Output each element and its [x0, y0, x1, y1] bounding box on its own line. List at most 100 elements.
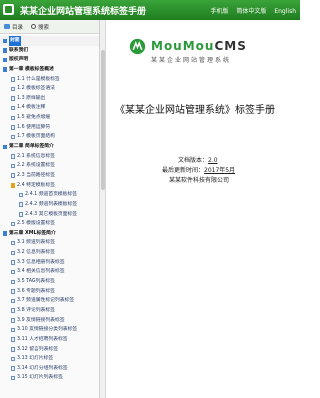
toc-item-label: 3.12 留言列表标签	[17, 346, 58, 352]
manual-title: 某某企业网站管理系统标签手册	[20, 7, 147, 17]
toc-item[interactable]: 1.7 模板页面结构	[0, 132, 99, 142]
toc-item[interactable]: 3.2 信息列表标签	[0, 248, 99, 258]
toc-item[interactable]: 1.6 使用运算符	[0, 123, 99, 133]
toc-item-label: 2.4.2 频道列表模板标签	[25, 201, 78, 207]
toc-item[interactable]: 第三章 XML标签简介	[0, 229, 99, 239]
page-icon	[11, 125, 15, 130]
toc-item-label: 3.10 友情链接分类列表标签	[17, 327, 78, 333]
toc-item[interactable]: 3.1 频道列表标签	[0, 238, 99, 248]
page-icon	[11, 318, 15, 323]
toc-item-label: 1.3 原样输出	[17, 95, 46, 101]
brand-logo: MouMouCMS 某某企业网站管理系统	[129, 35, 279, 70]
top-header-bar: 某某企业网站管理系统标签手册 手机版 简体中文版 English	[0, 0, 300, 20]
toc-item-label: 1.2 模板标签语法	[17, 86, 55, 92]
page-icon	[11, 327, 15, 333]
page-icon	[11, 250, 15, 256]
toc-item-label: 3.5 TAG列表标签	[17, 279, 55, 285]
toc-item[interactable]: 3.7 频道属性标记列表标签	[0, 296, 99, 306]
page-icon	[11, 366, 15, 371]
toc-item-label: 3.1 频道列表标签	[17, 240, 55, 246]
toc-item-label: 第三章 XML标签简介	[9, 230, 56, 236]
toc-item[interactable]: 2.5 模版设置标签	[0, 219, 99, 229]
toc-item[interactable]: 第一章 模板标签概述	[0, 65, 99, 75]
logo-subtitle: 某某企业网站管理系统	[151, 57, 232, 64]
toc-item[interactable]: 2.4.3 其它模板页面标签	[0, 210, 99, 220]
toc-item[interactable]: 1.4 模板注释	[0, 103, 99, 113]
toc-item[interactable]: 联系我们	[0, 46, 99, 56]
toc-item-label: 1.1 什么是模板标签	[17, 76, 60, 82]
toc-item-label: 1.6 使用运算符	[17, 124, 51, 130]
toc-item[interactable]: 3.6 专题列表标签	[0, 287, 99, 297]
toc-item[interactable]: 3.11 人才招聘列表标签	[0, 335, 99, 345]
updated-value: 2017年5月	[204, 167, 236, 174]
toc-item[interactable]: 3.12 留言列表标签	[0, 345, 99, 355]
toc-item[interactable]: 3.9 友情链接列表标签	[0, 316, 99, 326]
page-icon	[11, 279, 15, 285]
toc-item[interactable]: 2.2 系统设置标签	[0, 161, 99, 171]
logo-text: MouMouCMS	[151, 39, 247, 53]
page-icon	[11, 240, 15, 246]
updated-label: 最后更新时间：	[162, 167, 205, 174]
toc-item[interactable]: 2.4.1 频道首页模板标签	[0, 190, 99, 200]
toc-item-label: 3.9 友情链接列表标签	[17, 317, 65, 323]
toc-item[interactable]: 3.10 友情链接分类列表标签	[0, 325, 99, 335]
sidebar: 目录 搜索 封面 联系我们版权声明第一章 模板标签概述 1.1 什么是模板标签 1.2…	[0, 20, 100, 398]
toc-item[interactable]: 3.15 幻灯片列表标签	[0, 373, 99, 383]
toc-item[interactable]: 3.8 评论列表标签	[0, 306, 99, 316]
version-row: 文档版本：2.0	[178, 155, 218, 164]
directory-label: 目录	[12, 24, 24, 31]
toc-item-label: 2.2 系统设置标签	[17, 163, 55, 169]
page-icon	[11, 154, 15, 159]
page-icon	[11, 269, 15, 275]
directory-tab[interactable]: 目录	[4, 23, 23, 31]
toc-item-label: 版权声明	[9, 57, 29, 63]
toc-item[interactable]: 1.2 模板标签语法	[0, 84, 99, 94]
toc-item[interactable]: 3.13 幻灯片标签	[0, 354, 99, 364]
toc-tree: 封面 联系我们版权声明第一章 模板标签概述 1.1 什么是模板标签 1.2 模板标签语…	[0, 34, 99, 383]
toc-item[interactable]: 1.3 原样输出	[0, 94, 99, 104]
page-icon	[11, 105, 15, 111]
sidebar-scrollbar[interactable]	[100, 20, 106, 398]
toc-item[interactable]: 2.4.2 频道列表模板标签	[0, 200, 99, 210]
toc-item[interactable]: 2.4 特定模板标签	[0, 181, 99, 191]
page-icon	[11, 134, 15, 140]
book-icon	[3, 144, 7, 150]
simplified-chinese-link[interactable]: 简体中文版	[236, 8, 266, 15]
page-icon	[19, 192, 23, 198]
version-label: 文档版本：	[178, 157, 209, 164]
scrollbar-thumb[interactable]	[101, 50, 105, 190]
page-icon	[19, 212, 23, 217]
page-icon	[11, 337, 15, 342]
home-icon[interactable]	[3, 4, 14, 15]
toc-item[interactable]: 3.5 TAG列表标签	[0, 277, 99, 287]
content-pane: MouMouCMS 某某企业网站管理系统 《某某企业网站管理系统》标签手册 文档…	[107, 20, 300, 398]
book-icon	[3, 67, 7, 72]
toc-item[interactable]: 2.3 当前路径标签	[0, 171, 99, 181]
toc-item[interactable]: 版权声明	[0, 55, 99, 65]
toc-item[interactable]: 1.1 什么是模板标签	[0, 75, 99, 85]
toc-item[interactable]: 2.1 系统信息标签	[0, 152, 99, 162]
book-icon	[3, 231, 7, 236]
toc-item[interactable]: 3.14 幻灯分组列表标签	[0, 364, 99, 374]
toc-item[interactable]: 封面	[0, 36, 99, 46]
toc-item[interactable]: 3.3 信息相册列表标签	[0, 258, 99, 268]
book-icon	[3, 48, 7, 53]
page-icon	[11, 375, 15, 381]
toc-item[interactable]: 1.5 避免点缀缓	[0, 113, 99, 123]
search-tab[interactable]: 搜索	[31, 23, 49, 31]
toc-item-label: 联系我们	[9, 47, 29, 53]
mobile-version-link[interactable]: 手机版	[210, 8, 228, 15]
toc-item[interactable]: 第二章 简单标签简介	[0, 142, 99, 152]
toc-item-label: 3.11 人才招聘列表标签	[17, 336, 68, 342]
toc-item-label: 第二章 简单标签简介	[9, 144, 54, 150]
page-icon	[11, 96, 15, 101]
book-icon	[3, 57, 7, 63]
english-link[interactable]: English	[274, 8, 296, 15]
toc-item[interactable]: 3.4 相关信息列表标签	[0, 267, 99, 277]
document-title: 《某某企业网站管理系统》标签手册	[115, 105, 275, 116]
page-icon	[11, 163, 15, 169]
toc-item-label: 封面	[9, 36, 21, 46]
sidebar-toolbar: 目录 搜索	[0, 20, 99, 34]
page-icon	[11, 183, 15, 188]
toc-item-label: 2.4 特定模板标签	[17, 182, 55, 188]
